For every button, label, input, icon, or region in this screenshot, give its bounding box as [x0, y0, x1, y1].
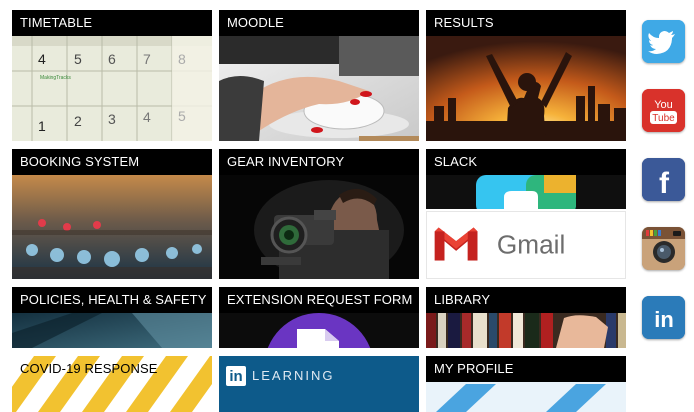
tile-timetable[interactable]: TIMETABLE 4 5 6 7 8 1 2 3 4 5 MakingTrac…	[12, 10, 212, 141]
tile-slack[interactable]: SLACK	[426, 149, 626, 209]
facebook-icon[interactable]: f	[642, 158, 685, 201]
tile-my-profile[interactable]: MY PROFILE	[426, 356, 626, 412]
tile-label-booking: BOOKING SYSTEM	[12, 149, 212, 175]
results-celebration-image	[426, 36, 626, 141]
policies-image	[12, 313, 212, 348]
tile-extension-request-form[interactable]: EXTENSION REQUEST FORM	[219, 287, 419, 348]
camera-operator-image	[219, 175, 419, 279]
svg-text:in: in	[654, 307, 674, 332]
timetable-image: 4 5 6 7 8 1 2 3 4 5 MakingTracks	[12, 36, 212, 141]
gmail-logo: Gmail	[428, 212, 624, 278]
youtube-icon[interactable]: You Tube	[642, 89, 685, 132]
slack-logo-image	[426, 175, 626, 209]
mixing-desk-image	[12, 175, 212, 279]
moodle-mouse-image	[219, 36, 419, 141]
calendar-number: 5	[74, 51, 82, 67]
tile-label-moodle: MOODLE	[219, 10, 419, 36]
instagram-icon[interactable]	[642, 227, 685, 270]
gmail-wordmark: Gmail	[497, 230, 565, 260]
linkedin-learning-wordmark: LEARNING	[252, 368, 335, 383]
calendar-brand: MakingTracks	[40, 75, 71, 81]
tile-gear-inventory[interactable]: GEAR INVENTORY	[219, 149, 419, 279]
tile-gmail[interactable]: Gmail	[426, 211, 626, 279]
tile-label-extension: EXTENSION REQUEST FORM	[219, 287, 419, 313]
calendar-number: 3	[108, 111, 116, 127]
calendar-number: 4	[143, 109, 151, 125]
calendar-number: 8	[178, 51, 186, 67]
linkedin-icon[interactable]: in	[642, 296, 685, 339]
tile-label-timetable: TIMETABLE	[12, 10, 212, 36]
calendar-number: 7	[143, 51, 151, 67]
twitter-icon[interactable]	[642, 20, 685, 63]
svg-text:Tube: Tube	[652, 113, 675, 124]
tile-label-policies: POLICIES, HEALTH & SAFETY	[12, 287, 212, 313]
tile-library[interactable]: LIBRARY	[426, 287, 626, 348]
svg-text:You: You	[654, 99, 673, 111]
document-icon	[219, 313, 419, 348]
tile-moodle[interactable]: MOODLE	[219, 10, 419, 141]
linkedin-logo-icon: in	[226, 366, 246, 386]
calendar-number: 4	[38, 51, 46, 67]
profile-image	[426, 382, 626, 412]
tile-label-covid: COVID-19 RESPONSE	[20, 361, 158, 376]
calendar-number: 2	[74, 113, 82, 129]
calendar-number: 1	[38, 118, 46, 134]
tile-label-profile: MY PROFILE	[426, 356, 626, 382]
tile-covid-19-response[interactable]: COVID-19 RESPONSE	[12, 356, 212, 412]
calendar-number: 5	[178, 108, 186, 124]
tile-label-gear: GEAR INVENTORY	[219, 149, 419, 175]
library-books-image	[426, 313, 626, 348]
tile-label-slack: SLACK	[426, 149, 626, 175]
svg-text:f: f	[659, 167, 670, 200]
tile-label-results: RESULTS	[426, 10, 626, 36]
tile-label-library: LIBRARY	[426, 287, 626, 313]
tile-booking-system[interactable]: BOOKING SYSTEM	[12, 149, 212, 279]
tile-linkedin-learning[interactable]: in LEARNING	[219, 356, 419, 412]
tile-policies-health-safety[interactable]: POLICIES, HEALTH & SAFETY	[12, 287, 212, 348]
calendar-number: 6	[108, 51, 116, 67]
tile-results[interactable]: RESULTS	[426, 10, 626, 141]
